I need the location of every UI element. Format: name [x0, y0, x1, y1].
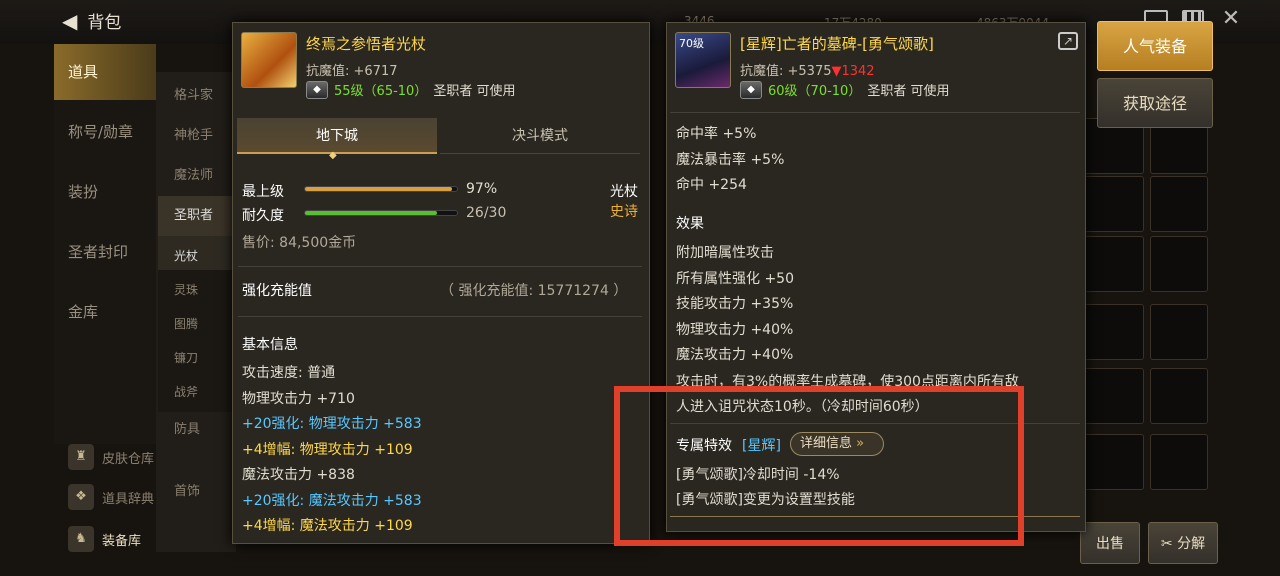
durability-bar [304, 210, 458, 216]
item-type: 光杖 [610, 184, 638, 200]
stat-line: +20强化: 魔法攻击力 +583 [242, 492, 422, 509]
item-rarity: 史诗 [610, 204, 638, 220]
inventory-slot[interactable] [1084, 236, 1144, 292]
tombstone-item-icon: 70级 [675, 32, 731, 88]
durability-value: 26/30 [466, 205, 507, 221]
inventory-slot[interactable] [1150, 368, 1208, 424]
charge-label: 强化充能值 [242, 283, 312, 299]
inventory-slot[interactable] [1150, 236, 1208, 292]
back-button[interactable]: ◀ 背包 [62, 8, 122, 34]
subnav-fighter[interactable]: 格斗家 [158, 76, 236, 116]
nav-titles[interactable]: 称号/勋章 [54, 104, 156, 160]
stat-line: 物理攻击力 +710 [242, 390, 355, 407]
level-requirement: ◆ 55级（65-10） 圣职者 可使用 [306, 80, 515, 99]
disassemble-icon: ✂ [1160, 536, 1173, 552]
stat-line: 命中 +254 [676, 177, 747, 193]
inventory-slot[interactable] [1084, 368, 1144, 424]
stat-line: +4增幅: 魔法攻击力 +109 [242, 518, 413, 534]
effect-line: 物理攻击力 +40% [676, 321, 794, 338]
grade-percent: 97% [466, 181, 498, 197]
tab-duel[interactable]: 决斗模式 [440, 118, 640, 154]
acquisition-route-button[interactable]: 获取途径 [1097, 78, 1213, 128]
book-icon: ❖ [68, 484, 94, 510]
subnav-gunner[interactable]: 神枪手 [158, 116, 236, 156]
close-icon[interactable]: ✕ [1218, 6, 1244, 32]
nav-costume[interactable]: 装扮 [54, 164, 156, 220]
back-label: 背包 [87, 13, 122, 33]
grade-bar [304, 186, 458, 192]
subnav-priest[interactable]: 圣职者 [158, 196, 236, 236]
subnav-mage[interactable]: 魔法师 [158, 156, 236, 196]
sell-price: 售价: 84,500金币 [242, 235, 357, 251]
inventory-slot[interactable] [1084, 176, 1144, 232]
staff-item-icon [241, 32, 297, 88]
effect-line: 技能攻击力 +35% [676, 296, 794, 312]
effect-line: 所有属性强化 +50 [676, 270, 794, 287]
item-name: [星辉]亡者的墓碑-[勇气颂歌] [740, 35, 934, 53]
inventory-slot[interactable] [1150, 176, 1208, 232]
stat-line: 魔法暴击率 +5% [676, 151, 785, 168]
effect-line: 附加暗属性攻击 [676, 245, 774, 261]
nav-items[interactable]: 道具 [54, 44, 156, 100]
back-arrow-icon: ◀ [62, 8, 78, 33]
sub-nav: 格斗家 神枪手 魔法师 圣职者 光杖 灵珠 图腾 镰刀 战斧 防具 首饰 [156, 72, 236, 552]
popular-equipment-button[interactable]: 人气装备 [1097, 21, 1213, 71]
level-requirement: ◆ 60级（70-10） 圣职者 可使用 [740, 80, 949, 99]
inventory-slot[interactable] [1150, 304, 1208, 360]
equipment-storage-button[interactable]: ♞ 装备库 [68, 526, 141, 552]
item-dictionary-button[interactable]: ❖ 道具辞典 [68, 484, 154, 510]
divider [670, 112, 1080, 113]
stat-line: 命中率 +5% [676, 126, 757, 142]
subnav-armor[interactable]: 防具 [158, 410, 236, 450]
effect-line: 魔法攻击力 +40% [676, 347, 794, 363]
inventory-slot[interactable] [1150, 434, 1208, 490]
subnav-accessory[interactable]: 首饰 [158, 472, 236, 512]
basic-info-title: 基本信息 [242, 337, 298, 353]
nav-vault[interactable]: 金库 [54, 284, 156, 340]
charge-value: （ 强化充能值: 15771274 ） [440, 283, 628, 299]
item-level-badge: 70级 [679, 37, 704, 50]
effect-title: 效果 [676, 216, 704, 232]
sell-label: 出售 [1096, 536, 1124, 552]
wardrobe-icon: ♜ [68, 444, 94, 470]
left-nav: 道具 称号/勋章 装扮 圣者封印 金库 [54, 44, 156, 444]
divider [238, 266, 642, 267]
skin-storage-button[interactable]: ♜ 皮肤仓库 [68, 444, 154, 470]
item-name: 终焉之参悟者光杖 [306, 35, 427, 53]
disassemble-label: 分解 [1177, 536, 1206, 552]
grade-label: 最上级 [242, 184, 284, 200]
share-icon[interactable]: ↗ [1058, 32, 1078, 50]
tab-dungeon[interactable]: 地下城 [237, 118, 437, 154]
magic-resist: 抗魔值: +6717 [306, 64, 398, 79]
disassemble-button[interactable]: ✂ 分解 [1148, 522, 1218, 564]
magic-resist: 抗魔值: +5375▼1342 [740, 64, 875, 79]
sell-button[interactable]: 出售 [1080, 522, 1140, 564]
gem-icon: ◆ [306, 80, 328, 99]
subnav-axe[interactable]: 战斧 [158, 372, 236, 412]
gem-icon: ◆ [740, 80, 762, 99]
stat-line: 攻击速度: 普通 [242, 365, 336, 381]
highlight-box [614, 386, 1024, 546]
durability-label: 耐久度 [242, 208, 284, 224]
armor-icon: ♞ [68, 526, 94, 552]
stat-line: 魔法攻击力 +838 [242, 467, 355, 483]
inventory-slot[interactable] [1084, 434, 1144, 490]
inventory-slot[interactable] [1084, 304, 1144, 360]
stat-line: +20强化: 物理攻击力 +583 [242, 416, 422, 432]
tab-indicator-icon: ◆ [329, 150, 337, 161]
nav-seal[interactable]: 圣者封印 [54, 224, 156, 280]
stat-line: +4增幅: 物理攻击力 +109 [242, 441, 413, 458]
divider [238, 316, 642, 317]
